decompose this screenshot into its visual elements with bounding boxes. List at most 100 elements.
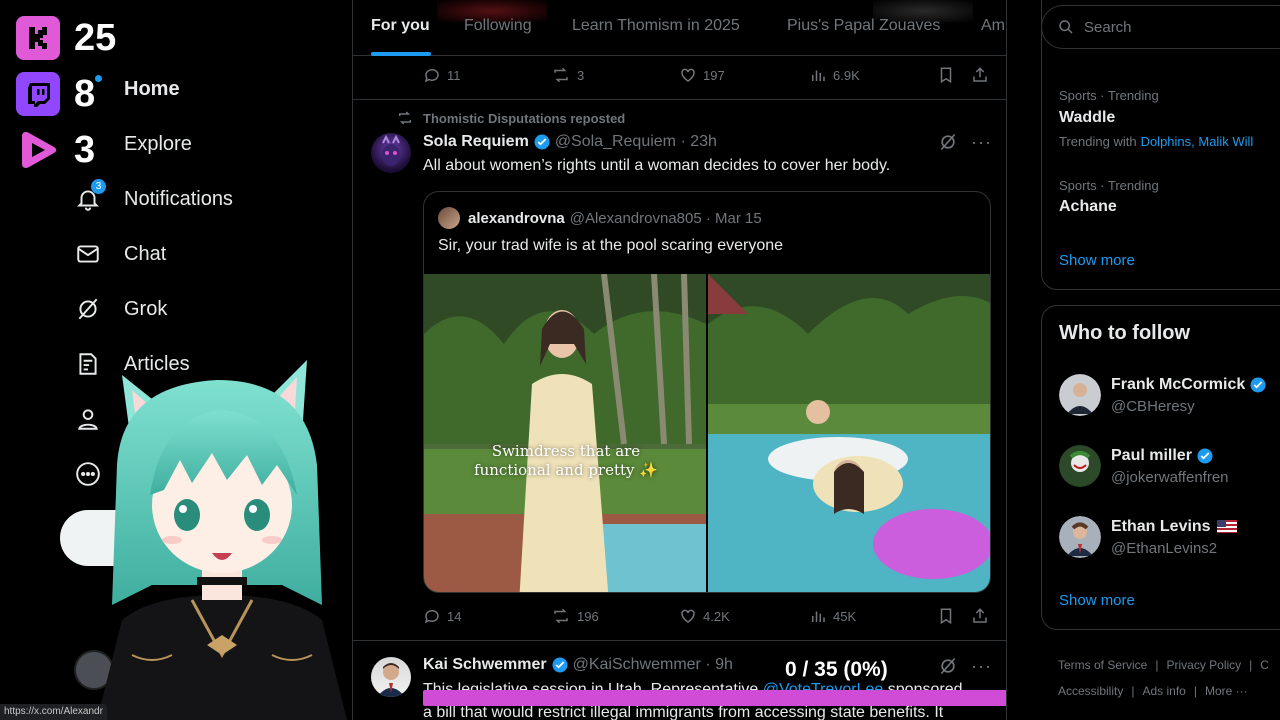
divider — [353, 99, 1006, 100]
tab-learn-thomism[interactable]: Learn Thomism in 2025 — [572, 17, 740, 35]
repost-icon — [554, 608, 568, 624]
trend-name[interactable]: Achane — [1059, 198, 1117, 216]
bell-icon: 3 — [74, 179, 106, 213]
share-button[interactable] — [971, 66, 989, 84]
post-header: Sola Requiem @Sola_Requiem · 23h — [423, 133, 717, 151]
post-author-avatar[interactable] — [371, 657, 411, 697]
who-to-follow-title: Who to follow — [1059, 322, 1191, 344]
tab-am[interactable]: Am — [981, 17, 1005, 35]
post-actions: 11 3 197 6.9K — [423, 63, 993, 87]
share-icon — [973, 67, 987, 82]
who-to-follow-panel: Who to follow Frank McCormick @CBHeresy … — [1041, 305, 1280, 630]
user-avatar — [1059, 445, 1101, 487]
follow-name: Paul miller — [1111, 446, 1192, 464]
footer-link-partial[interactable]: C — [1260, 658, 1269, 672]
quoted-post[interactable]: alexandrovna @Alexandrovna805 · Mar 15 S… — [423, 191, 991, 593]
heart-icon — [681, 68, 695, 82]
tab-for-you[interactable]: For you — [371, 17, 430, 35]
trend-name[interactable]: Waddle — [1059, 109, 1115, 127]
tab-following[interactable]: Following — [464, 17, 532, 35]
author-name[interactable]: Sola Requiem — [423, 133, 529, 151]
post-actions: 14 196 4.2K 45K — [423, 604, 993, 628]
quoted-author-name: alexandrovna — [468, 209, 565, 227]
trend-related: Trending with Dolphins, Malik Will — [1059, 134, 1253, 149]
follow-show-more-link[interactable]: Show more — [1059, 592, 1135, 609]
views-button[interactable]: 45K — [809, 607, 856, 625]
nav-explore[interactable]: Explore — [74, 124, 192, 164]
repost-button[interactable]: 196 — [551, 607, 599, 625]
reply-count: 11 — [447, 67, 461, 83]
footer-more-link[interactable]: More ··· — [1205, 684, 1248, 698]
status-bar-url: https://x.com/Alexandr — [0, 704, 107, 720]
like-count: 197 — [703, 67, 725, 83]
quoted-author-handle: @Alexandrovna805 · Mar 15 — [569, 209, 762, 227]
follow-suggestion[interactable]: Paul miller @jokerwaffenfren — [1059, 445, 1229, 487]
kick-logo-icon — [16, 16, 60, 60]
tab-papal-zouaves[interactable]: Pius's Papal Zouaves — [787, 17, 940, 35]
nav-home[interactable]: Home — [74, 69, 180, 109]
trends-show-more-link[interactable]: Show more — [1059, 252, 1135, 269]
like-button[interactable]: 197 — [679, 66, 725, 84]
follow-suggestion[interactable]: Frank McCormick @CBHeresy — [1059, 374, 1267, 416]
repost-count: 3 — [577, 67, 585, 83]
trends-panel: Sports · Trending Waddle Trending with Do… — [1041, 0, 1280, 290]
nav-home-label: Home — [124, 77, 180, 100]
footer-ads-link[interactable]: Ads info — [1142, 684, 1185, 698]
footer-privacy-link[interactable]: Privacy Policy — [1166, 658, 1241, 672]
follow-suggestion[interactable]: Ethan Levins @EthanLevins2 — [1059, 516, 1237, 558]
notifications-badge: 3 — [91, 179, 106, 194]
quoted-post-header: alexandrovna @Alexandrovna805 · Mar 15 — [438, 207, 762, 229]
repost-button[interactable]: 3 — [551, 66, 584, 84]
media-caption-line2: functional and pretty ✨ — [474, 461, 658, 479]
us-flag-icon — [1216, 520, 1237, 533]
nav-notifications[interactable]: 3 Notifications — [74, 179, 233, 219]
more-options-icon[interactable]: ··· — [971, 132, 992, 153]
verified-badge-icon — [1197, 448, 1213, 463]
reply-button[interactable]: 14 — [423, 607, 461, 625]
quoted-author-avatar — [438, 207, 460, 229]
user-avatar — [1059, 374, 1101, 416]
author-name[interactable]: Kai Schwemmer — [423, 656, 547, 674]
twitch-logo-icon — [16, 72, 60, 116]
footer-accessibility-link[interactable]: Accessibility — [1058, 684, 1123, 698]
bookmark-button[interactable] — [937, 66, 955, 84]
author-handle[interactable]: @KaiSchwemmer · 9h — [573, 656, 733, 674]
footer-terms-link[interactable]: Terms of Service — [1058, 658, 1147, 672]
nav-notifications-label: Notifications — [124, 187, 233, 210]
left-navigation: 25 8 3 Home Explore 3 Notifications Chat — [0, 0, 352, 720]
footer-links: Terms of Service | Privacy Policy | C Access… — [1058, 658, 1269, 698]
reply-button[interactable]: 11 — [423, 66, 461, 84]
bookmark-button[interactable] — [937, 607, 955, 625]
media-image-right[interactable] — [708, 274, 990, 592]
kick-count: 25 — [74, 16, 117, 59]
views-count: 6.9K — [833, 67, 860, 83]
bookmark-icon — [940, 608, 952, 625]
views-button[interactable]: 6.9K — [809, 66, 860, 84]
like-button[interactable]: 4.2K — [679, 607, 730, 625]
repost-label: Thomistic Disputations reposted — [423, 110, 626, 126]
grok-icon — [74, 295, 102, 323]
grok-icon[interactable] — [938, 132, 958, 157]
kick-counter: 25 — [16, 16, 116, 60]
views-icon — [812, 70, 825, 81]
repost-icon — [398, 111, 412, 125]
post-text-line2: a bill that would restrict illegal immig… — [423, 704, 944, 720]
share-button[interactable] — [971, 607, 989, 625]
nav-grok[interactable]: Grok — [74, 289, 167, 329]
repost-icon — [554, 67, 568, 83]
stream-progress-text: 0 / 35 (0%) — [785, 658, 888, 681]
nav-chat[interactable]: Chat — [74, 234, 166, 274]
bookmark-icon — [940, 67, 952, 84]
more-options-icon[interactable]: ··· — [971, 656, 992, 677]
media-image-left[interactable]: Swimdress that are functional and pretty… — [424, 274, 706, 592]
author-handle[interactable]: @Sola_Requiem · 23h — [555, 133, 717, 151]
nav-grok-label: Grok — [124, 297, 168, 320]
like-count: 4.2K — [703, 608, 730, 624]
post-text: All about women’s rights until a woman d… — [423, 157, 891, 174]
follow-name: Frank McCormick — [1111, 375, 1246, 393]
follow-name: Ethan Levins — [1111, 517, 1211, 535]
grok-icon[interactable] — [938, 656, 958, 681]
follow-handle: @EthanLevins2 — [1111, 539, 1218, 557]
trend-related-links[interactable]: Dolphins, Malik Will — [1141, 134, 1254, 149]
post-author-avatar[interactable] — [371, 133, 411, 173]
